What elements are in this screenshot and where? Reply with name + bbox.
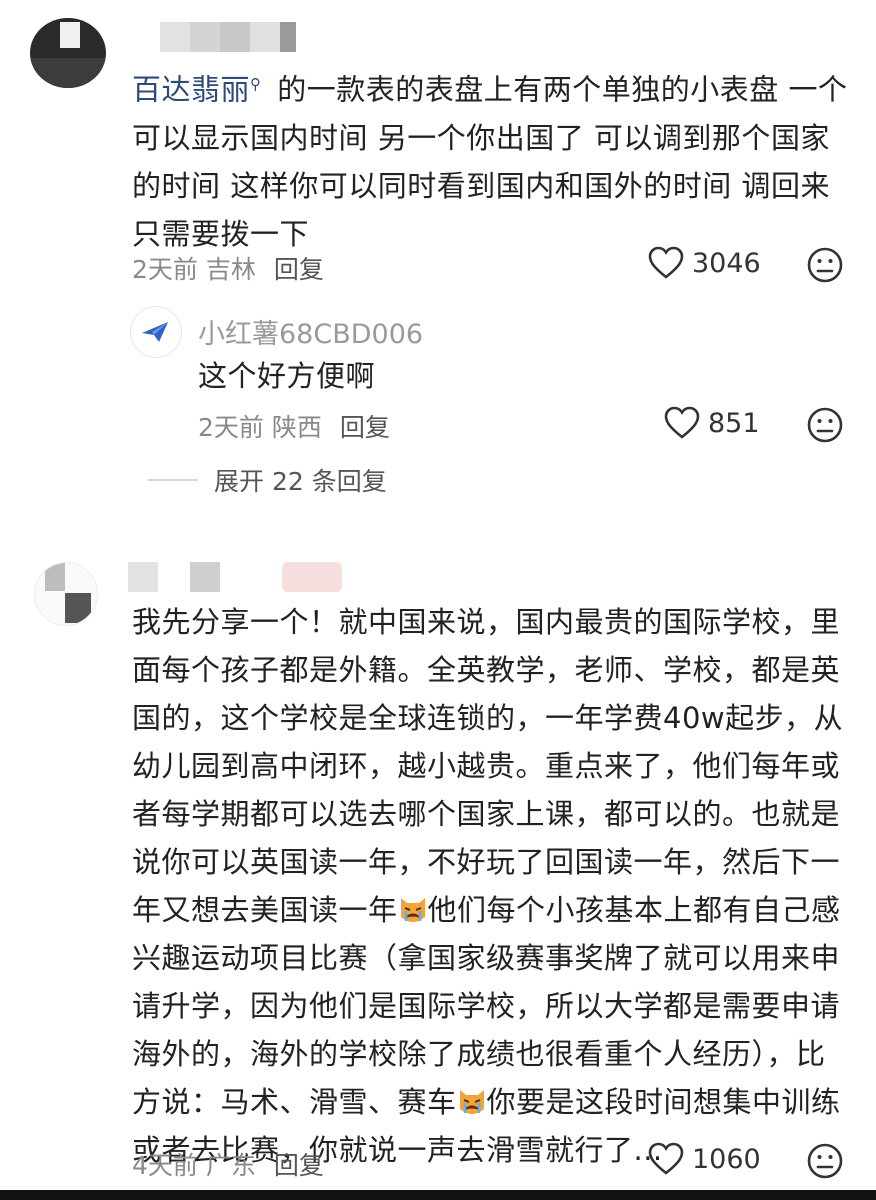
comment-location: 广东 (205, 1151, 256, 1180)
like-button[interactable]: 3046 (648, 246, 761, 280)
mention-link[interactable]: 百达翡丽 (132, 73, 250, 107)
sub-reply-username[interactable]: 小红薯68CBD006 (198, 312, 423, 351)
sub-reply-meta: 2天前 陕西 回复 (198, 408, 390, 444)
bottom-edge (0, 1190, 876, 1200)
comment-text: 我先分享一个！就中国来说，国内最贵的国际学校，里面每个孩子都是外籍。全英教学，老… (132, 605, 844, 1167)
comment-text: 百达翡丽⚲ 的一款表的表盘上有两个单独的小表盘 一个可以显示国内时间 另一个你出… (132, 72, 848, 251)
username-blurred[interactable] (128, 562, 342, 592)
reply-button[interactable]: 回复 (274, 250, 324, 286)
sub-like-button[interactable]: 851 (664, 406, 760, 440)
crying-cat-emoji (457, 1083, 487, 1114)
avatar[interactable] (30, 18, 106, 88)
neutral-face-icon[interactable] (806, 246, 844, 284)
heart-outline-icon (648, 246, 684, 279)
sub-reply-location: 陕西 (271, 413, 322, 442)
avatar[interactable] (34, 562, 98, 626)
paper-plane-icon (142, 322, 168, 342)
comment-location: 吉林 (205, 255, 256, 284)
neutral-face-icon[interactable] (806, 1142, 844, 1180)
comment-time: 4天前 (132, 1151, 198, 1180)
search-icon: ⚲ (250, 75, 262, 93)
username-blurred[interactable] (130, 22, 296, 52)
like-count: 3046 (692, 247, 761, 279)
crying-cat-emoji (398, 891, 428, 922)
like-count: 1060 (692, 1143, 761, 1175)
divider-line (148, 479, 198, 481)
comment-meta: 2天前 吉林 回复 (132, 250, 324, 286)
sub-reply-button[interactable]: 回复 (340, 408, 390, 444)
sub-reply-avatar[interactable] (130, 306, 182, 358)
heart-outline-icon (664, 406, 700, 439)
reply-button[interactable]: 回复 (274, 1146, 324, 1182)
neutral-face-icon[interactable] (806, 406, 844, 444)
heart-outline-icon (648, 1142, 684, 1175)
sub-like-count: 851 (708, 407, 760, 439)
comment-meta: 4天前 广东 回复 (132, 1146, 324, 1182)
sub-reply-time: 2天前 (198, 413, 264, 442)
like-button[interactable]: 1060 (648, 1142, 761, 1176)
comment-time: 2天前 (132, 255, 198, 284)
sub-reply-text: 这个好方便啊 (198, 359, 376, 393)
expand-replies-button[interactable]: 展开 22 条回复 (148, 462, 387, 498)
